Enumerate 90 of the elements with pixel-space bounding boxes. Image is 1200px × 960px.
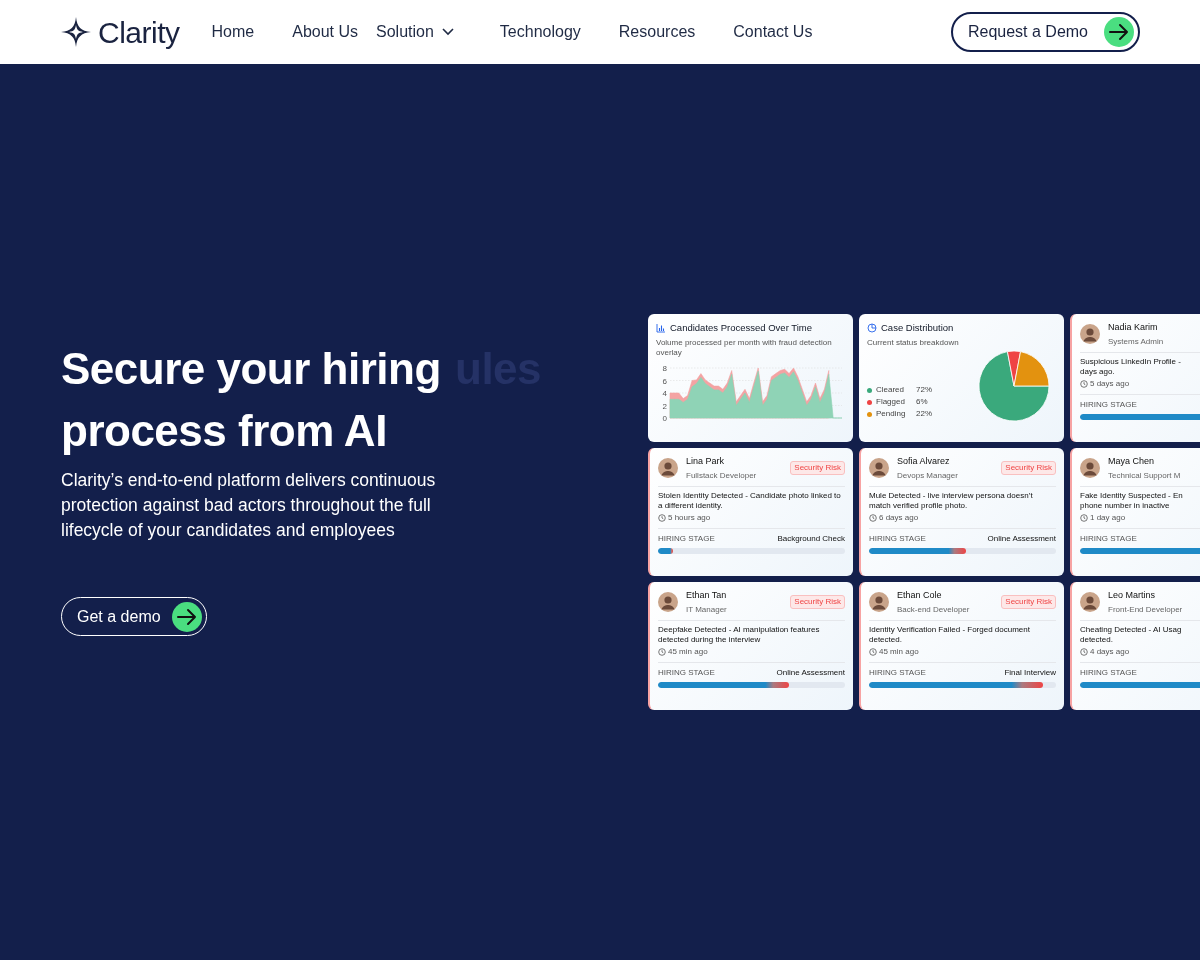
stage-label: HIRING STAGE	[658, 532, 715, 545]
avatar-icon	[1080, 592, 1100, 613]
clock-icon	[658, 513, 666, 522]
stage-label: HIRING STAGE	[658, 666, 715, 679]
avatar-icon	[658, 458, 678, 479]
person-role: Systems Admin	[1108, 335, 1164, 348]
stage-label: HIRING STAGE	[1080, 532, 1137, 545]
alert-text: detected.	[1080, 634, 1114, 645]
stage-label: HIRING STAGE	[869, 532, 926, 545]
stage-value: Background Check	[777, 532, 845, 545]
avatar-icon	[658, 592, 678, 613]
time-ago: 4 days ago	[1090, 645, 1130, 658]
time-ago: 6 days ago	[879, 511, 919, 524]
legend-label: Cleared	[876, 384, 905, 397]
nav-link[interactable]: Technology	[499, 20, 581, 44]
axis-tick-label: 8	[662, 364, 667, 374]
axis-tick-label: 2	[662, 401, 667, 411]
alert-text: Mule Detected - live interview persona doesn’t match verified profile photo.	[869, 490, 1034, 511]
card-title: Candidates Processed Over Time	[670, 321, 813, 335]
legend-value: 72%	[916, 384, 932, 397]
person-role: Technical Support M	[1108, 469, 1181, 482]
stage-value: Final Interview	[1004, 666, 1056, 679]
stage-label: HIRING STAGE	[869, 666, 926, 679]
time-ago: 45 min ago	[668, 645, 708, 658]
logo-icon	[60, 16, 92, 48]
nav-link[interactable]: Resources	[618, 20, 696, 44]
nav-link[interactable]: About Us	[292, 20, 358, 44]
person-name: Lina Park	[686, 455, 726, 468]
legend-value: 6%	[916, 396, 928, 409]
risk-badge: Security Risk	[1001, 461, 1056, 476]
clock-icon	[869, 647, 877, 656]
axis-tick-label: 4	[662, 389, 667, 399]
person-name: Ethan Cole	[897, 589, 943, 602]
person-name: Ethan Tan	[686, 589, 727, 602]
clock-icon	[1080, 379, 1088, 388]
time-ago: 5 days ago	[1090, 377, 1130, 390]
risk-badge: Security Risk	[1001, 595, 1056, 610]
stage-label: HIRING STAGE	[1080, 398, 1137, 411]
axis-tick-label: 0	[662, 414, 667, 424]
person-name: Sofia Alvarez	[897, 455, 951, 468]
alert-text: Stolen Identity Detected - Candidate photo linked to a different identity.	[658, 490, 842, 511]
logo-text: Clarity	[98, 14, 180, 51]
avatar-icon	[869, 592, 889, 613]
hero-description: Clarity’s end-to-end platform delivers continuous protection against bad actors throughout the full lifecycle of your candidates and employees	[61, 469, 437, 542]
arrow-right-icon	[172, 601, 202, 632]
pie-chart-icon	[867, 323, 877, 334]
person-role: Front-End Developer	[1108, 603, 1183, 616]
risk-badge: Security Risk	[790, 461, 845, 476]
person-name: Maya Chen	[1108, 455, 1156, 468]
alert-text: Suspicious LinkedIn Profile -	[1080, 356, 1182, 367]
card-subtitle: Current status breakdown	[867, 338, 960, 349]
card-subtitle: Volume processed per month with fraud detection overlay	[656, 338, 833, 359]
legend-label: Pending	[876, 408, 907, 421]
avatar-icon	[1080, 458, 1100, 479]
card-title: Case Distribution	[881, 321, 954, 335]
nav-link[interactable]: Solution	[376, 20, 454, 44]
alert-text: phone number in inactive	[1080, 500, 1171, 511]
person-name: Nadia Karim	[1108, 321, 1159, 334]
request-demo-button[interactable]: Request a Demo	[950, 12, 1140, 52]
alert-text: days ago.	[1080, 366, 1116, 377]
person-role: IT Manager	[686, 603, 727, 616]
time-ago: 45 min ago	[879, 645, 919, 658]
alert-text: Fake Identity Suspected - En	[1080, 490, 1184, 501]
stage-label: HIRING STAGE	[1080, 666, 1137, 679]
avatar-icon	[1080, 324, 1100, 345]
clock-icon	[658, 647, 666, 656]
stage-value: Online Assessment	[776, 666, 845, 679]
axis-tick-label: 6	[662, 376, 667, 386]
legend-label: Flagged	[876, 396, 906, 409]
time-ago: 1 day ago	[1090, 511, 1126, 524]
alert-text: Identity Verification Failed - Forged document detected.	[869, 624, 1031, 645]
clock-icon	[1080, 647, 1088, 656]
avatar-icon	[869, 458, 889, 479]
time-ago: 5 hours ago	[668, 511, 711, 524]
person-role: Fullstack Developer	[686, 469, 757, 482]
clock-icon	[1080, 513, 1088, 522]
clock-icon	[869, 513, 877, 522]
person-role: Back-end Developer	[897, 603, 970, 616]
person-role: Devops Manager	[897, 469, 958, 482]
alert-text: Cheating Detected - AI Usag	[1080, 624, 1183, 635]
legend-value: 22%	[916, 408, 932, 421]
nav-link[interactable]: Contact Us	[733, 20, 813, 44]
person-name: Leo Martins	[1108, 589, 1157, 602]
risk-badge: Security Risk	[790, 595, 845, 610]
bar-chart-icon	[656, 323, 666, 334]
alert-text: Deepfake Detected - AI manipulation features detected during the interview	[658, 624, 821, 645]
arrow-right-icon	[1104, 17, 1134, 47]
nav-link[interactable]: Home	[211, 20, 255, 44]
stage-value: Online Assessment	[987, 532, 1056, 545]
hero-headline: Secure your hiring process from AI	[61, 343, 442, 457]
